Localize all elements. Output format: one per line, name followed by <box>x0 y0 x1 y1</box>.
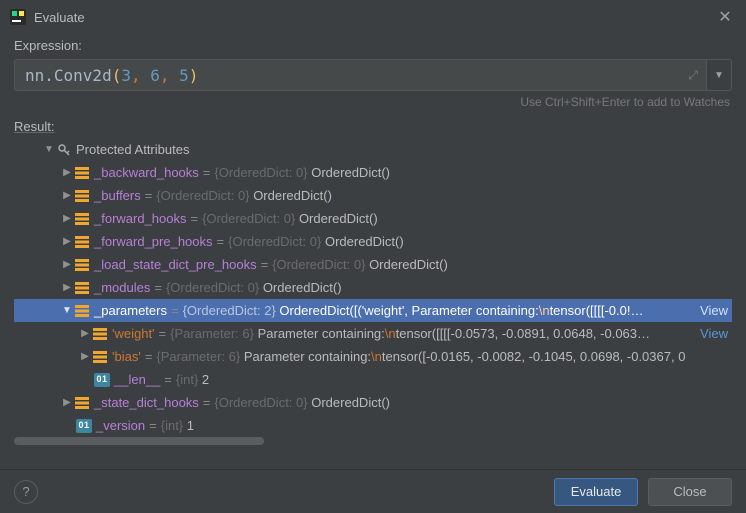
tree-row[interactable]: ▶ _modules= {OrderedDict: 0} OrderedDict… <box>14 276 732 299</box>
attribute-icon <box>74 165 90 181</box>
attribute-icon <box>74 280 90 296</box>
tree-row[interactable]: ▶ _forward_hooks= {OrderedDict: 0} Order… <box>14 207 732 230</box>
code-identifier: nn.Conv2d <box>25 66 112 85</box>
attribute-icon <box>74 395 90 411</box>
tree-row[interactable]: ▶ _state_dict_hooks= {OrderedDict: 0} Or… <box>14 391 732 414</box>
evaluate-button[interactable]: Evaluate <box>554 478 638 506</box>
tree-row-bias[interactable]: ▶ 'bias' = {Parameter: 6} Parameter cont… <box>14 345 732 368</box>
dialog-footer: ? Evaluate Close <box>0 469 746 513</box>
horizontal-scrollbar[interactable] <box>14 436 732 446</box>
attribute-icon <box>74 211 90 227</box>
tree-row[interactable]: ▶ _buffers= {OrderedDict: 0} OrderedDict… <box>14 184 732 207</box>
expression-label: Expression: <box>0 34 746 59</box>
attribute-icon <box>92 326 108 342</box>
attribute-icon <box>92 349 108 365</box>
attribute-icon <box>74 303 90 319</box>
expression-row: nn.Conv2d(3, 6, 5) ⤢ ▼ <box>0 59 746 91</box>
tree-row-parameters[interactable]: ▼ _parameters = {OrderedDict: 2} Ordered… <box>14 299 732 322</box>
result-label: Result: <box>0 119 746 138</box>
close-button[interactable]: Close <box>648 478 732 506</box>
view-link[interactable]: View <box>700 322 732 345</box>
result-tree[interactable]: ▼ Protected Attributes ▶ _backward_hooks… <box>14 138 732 446</box>
expression-history-dropdown[interactable]: ▼ <box>706 59 732 91</box>
expression-input[interactable]: nn.Conv2d(3, 6, 5) ⤢ <box>14 59 706 91</box>
tree-row-version[interactable]: 01 _version = {int} 1 <box>14 414 732 437</box>
close-icon[interactable]: ✕ <box>716 7 734 27</box>
view-link[interactable]: View <box>700 299 732 322</box>
tree-row[interactable]: ▶ _load_state_dict_pre_hooks= {OrderedDi… <box>14 253 732 276</box>
tree-group[interactable]: ▼ Protected Attributes <box>14 138 732 161</box>
int-icon: 01 <box>76 418 92 434</box>
shortcut-hint: Use Ctrl+Shift+Enter to add to Watches <box>0 91 746 119</box>
key-icon <box>56 142 72 158</box>
titlebar: Evaluate ✕ <box>0 0 746 34</box>
help-button[interactable]: ? <box>14 480 38 504</box>
attribute-icon <box>74 234 90 250</box>
int-icon: 01 <box>94 372 110 388</box>
tree-row[interactable]: ▶ _backward_hooks= {OrderedDict: 0} Orde… <box>14 161 732 184</box>
expand-icon[interactable]: ⤢ <box>688 68 698 83</box>
tree-row-weight[interactable]: ▶ 'weight' = {Parameter: 6} Parameter co… <box>14 322 732 345</box>
tree-row[interactable]: ▶ _forward_pre_hooks= {OrderedDict: 0} O… <box>14 230 732 253</box>
attribute-icon <box>74 188 90 204</box>
tree-row-len[interactable]: 01 __len__ = {int} 2 <box>14 368 732 391</box>
attribute-icon <box>74 257 90 273</box>
window-title: Evaluate <box>34 10 716 25</box>
app-icon <box>10 9 26 25</box>
